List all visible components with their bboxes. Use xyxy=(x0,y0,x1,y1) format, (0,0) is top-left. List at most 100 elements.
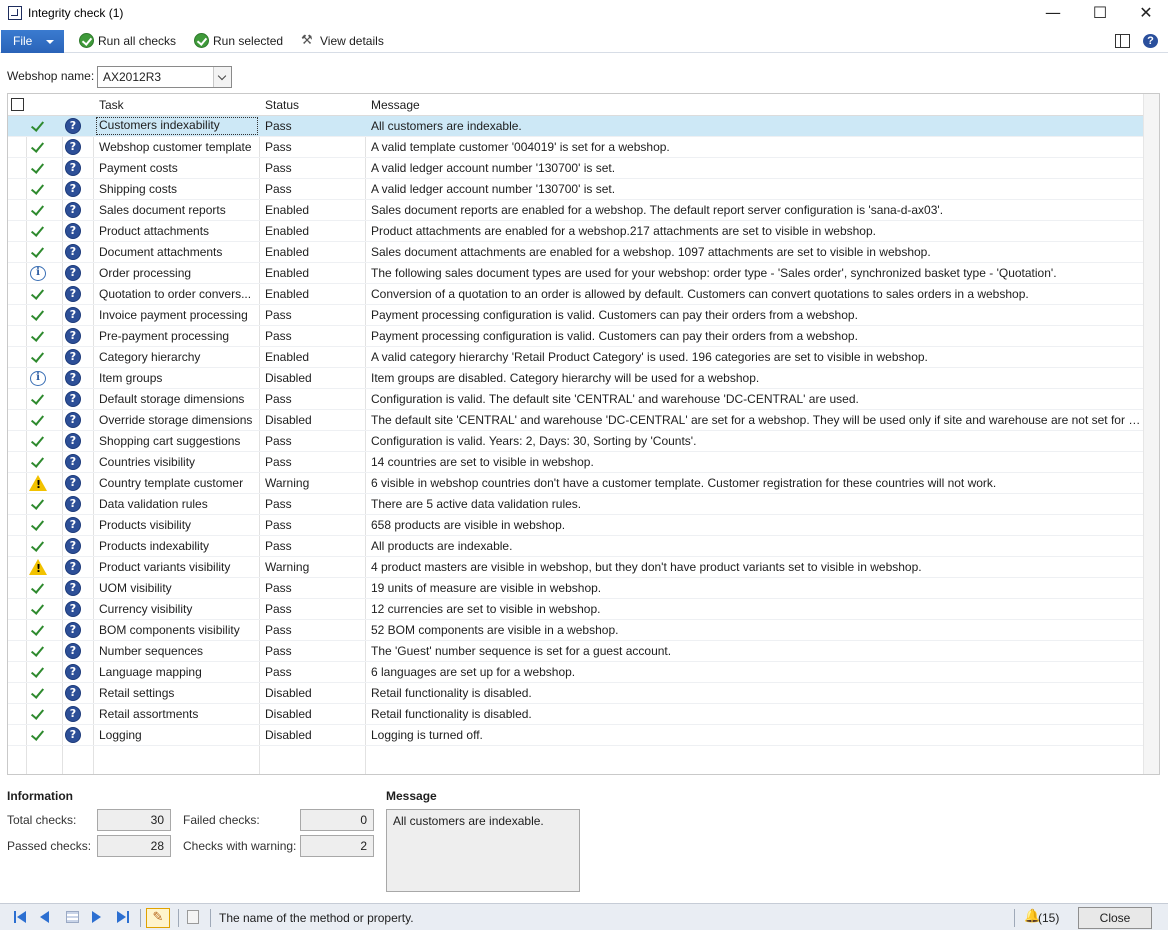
help-icon[interactable]: ? xyxy=(65,223,81,239)
table-row[interactable]: ? Category hierarchy Enabled A valid catego… xyxy=(8,347,1143,368)
webshop-name-select[interactable]: AX2012R3 xyxy=(97,66,232,88)
table-row[interactable]: ? Sales document reports Enabled Sales docu… xyxy=(8,200,1143,221)
table-row[interactable]: ? Products visibility Pass 658 products are… xyxy=(8,515,1143,536)
run-all-checks-button[interactable]: Run all checks xyxy=(79,32,176,50)
table-row[interactable]: ? Pre-payment processing Pass Payment proce… xyxy=(8,326,1143,347)
table-row[interactable]: ? Data validation rules Pass There are 5 ac… xyxy=(8,494,1143,515)
maximize-button[interactable]: ☐ xyxy=(1077,0,1123,28)
help-icon[interactable]: ? xyxy=(65,454,81,470)
first-record-icon[interactable] xyxy=(14,910,28,924)
help-icon[interactable]: ? xyxy=(65,580,81,596)
help-icon[interactable]: ? xyxy=(65,685,81,701)
table-row[interactable]: ? Number sequences Pass The 'Guest' number … xyxy=(8,641,1143,662)
select-all-checkbox[interactable] xyxy=(11,98,24,111)
table-row[interactable]: ? Shopping cart suggestions Pass Configurat… xyxy=(8,431,1143,452)
grid-header: Task Status Message xyxy=(8,94,1159,116)
help-icon[interactable]: ? xyxy=(65,265,81,281)
chevron-down-icon[interactable] xyxy=(213,67,231,87)
help-icon[interactable]: ? xyxy=(65,412,81,428)
help-icon[interactable]: ? xyxy=(65,706,81,722)
layout-icon[interactable] xyxy=(1115,34,1130,48)
table-row[interactable]: ? Quotation to order convers... Enabled Con… xyxy=(8,284,1143,305)
close-button[interactable]: Close xyxy=(1078,907,1152,929)
column-header-status[interactable]: Status xyxy=(265,98,299,112)
cell-task: Webshop customer template xyxy=(99,140,252,154)
help-icon[interactable]: ? xyxy=(65,349,81,365)
table-row[interactable]: ? Products indexability Pass All products a… xyxy=(8,536,1143,557)
column-header-message[interactable]: Message xyxy=(371,98,420,112)
previous-record-icon[interactable] xyxy=(40,910,54,924)
check-icon xyxy=(30,539,46,554)
table-row[interactable]: i? Order processing Enabled The following s… xyxy=(8,263,1143,284)
cell-message: 52 BOM components are visible in a websh… xyxy=(371,623,619,637)
table-row[interactable]: ? Retail settings Disabled Retail functiona… xyxy=(8,683,1143,704)
vertical-scrollbar[interactable] xyxy=(1143,94,1159,774)
help-icon[interactable]: ? xyxy=(65,538,81,554)
last-record-icon[interactable] xyxy=(117,910,131,924)
help-icon[interactable]: ? xyxy=(65,433,81,449)
cell-message: The 'Guest' number sequence is set for a… xyxy=(371,644,672,658)
help-icon[interactable]: ? xyxy=(1143,34,1158,48)
attachment-icon[interactable] xyxy=(187,910,199,924)
bell-icon[interactable]: 🔔 xyxy=(1024,910,1040,924)
help-icon[interactable]: ? xyxy=(65,370,81,386)
cell-task: Data validation rules xyxy=(99,497,208,511)
table-row[interactable]: ? Language mapping Pass 6 languages are set… xyxy=(8,662,1143,683)
table-row[interactable]: ? Invoice payment processing Pass Payment p… xyxy=(8,305,1143,326)
table-row[interactable]: ? Override storage dimensions Disabled The … xyxy=(8,410,1143,431)
table-row[interactable]: ? Customers indexability Pass All customers… xyxy=(8,116,1143,137)
table-row[interactable]: ? Product attachments Enabled Product attac… xyxy=(8,221,1143,242)
notification-count[interactable]: (15) xyxy=(1038,911,1059,925)
run-selected-button[interactable]: Run selected xyxy=(194,32,283,50)
help-icon[interactable]: ? xyxy=(65,118,81,134)
help-icon[interactable]: ? xyxy=(65,286,81,302)
help-icon[interactable]: ? xyxy=(65,601,81,617)
edit-pencil-icon[interactable]: ✎ xyxy=(146,908,170,928)
help-icon[interactable]: ? xyxy=(65,664,81,680)
table-row[interactable]: ? Logging Disabled Logging is turned off. xyxy=(8,725,1143,746)
message-field: All customers are indexable. xyxy=(386,809,580,892)
table-row[interactable]: ? Document attachments Enabled Sales docume… xyxy=(8,242,1143,263)
column-header-task[interactable]: Task xyxy=(99,98,124,112)
help-icon[interactable]: ? xyxy=(65,244,81,260)
help-icon[interactable]: ? xyxy=(65,559,81,575)
table-row[interactable]: i? Item groups Disabled Item groups are dis… xyxy=(8,368,1143,389)
checks-grid: Task Status Message ? Customers indexabil… xyxy=(7,93,1160,775)
help-icon[interactable]: ? xyxy=(65,181,81,197)
help-icon[interactable]: ? xyxy=(65,328,81,344)
table-row[interactable]: ? Default storage dimensions Pass Configura… xyxy=(8,389,1143,410)
cell-task: Invoice payment processing xyxy=(99,308,248,322)
next-record-icon[interactable] xyxy=(92,910,106,924)
close-window-button[interactable]: ✕ xyxy=(1123,0,1168,28)
passed-checks-field: 28 xyxy=(97,835,171,857)
help-icon[interactable]: ? xyxy=(65,622,81,638)
table-row[interactable]: ? Product variants visibility Warning 4 pro… xyxy=(8,557,1143,578)
record-grid-icon[interactable] xyxy=(66,911,79,923)
info-icon: i xyxy=(30,371,46,386)
help-icon[interactable]: ? xyxy=(65,307,81,323)
file-menu-button[interactable]: File xyxy=(1,30,64,53)
check-icon xyxy=(30,434,46,449)
help-icon[interactable]: ? xyxy=(65,475,81,491)
help-icon[interactable]: ? xyxy=(65,517,81,533)
cell-task: Shopping cart suggestions xyxy=(99,434,241,448)
view-details-button[interactable]: ⚒ View details xyxy=(301,32,384,50)
table-row[interactable]: ? Shipping costs Pass A valid ledger accoun… xyxy=(8,179,1143,200)
table-row[interactable]: ? Currency visibility Pass 12 currencies ar… xyxy=(8,599,1143,620)
help-icon[interactable]: ? xyxy=(65,139,81,155)
help-icon[interactable]: ? xyxy=(65,496,81,512)
help-icon[interactable]: ? xyxy=(65,727,81,743)
minimize-button[interactable]: — xyxy=(1030,0,1076,28)
help-icon[interactable]: ? xyxy=(65,202,81,218)
table-row[interactable]: ? BOM components visibility Pass 52 BOM com… xyxy=(8,620,1143,641)
table-row[interactable]: ? Countries visibility Pass 14 countries ar… xyxy=(8,452,1143,473)
help-icon[interactable]: ? xyxy=(65,391,81,407)
table-row[interactable]: ? UOM visibility Pass 19 units of measure a… xyxy=(8,578,1143,599)
table-row[interactable]: ? Country template customer Warning 6 visib… xyxy=(8,473,1143,494)
table-row[interactable]: ? Retail assortments Disabled Retail functi… xyxy=(8,704,1143,725)
table-row[interactable]: ? Payment costs Pass A valid ledger account… xyxy=(8,158,1143,179)
cell-message: Configuration is valid. Years: 2, Days: … xyxy=(371,434,697,448)
table-row[interactable]: ? Webshop customer template Pass A valid te… xyxy=(8,137,1143,158)
help-icon[interactable]: ? xyxy=(65,643,81,659)
help-icon[interactable]: ? xyxy=(65,160,81,176)
